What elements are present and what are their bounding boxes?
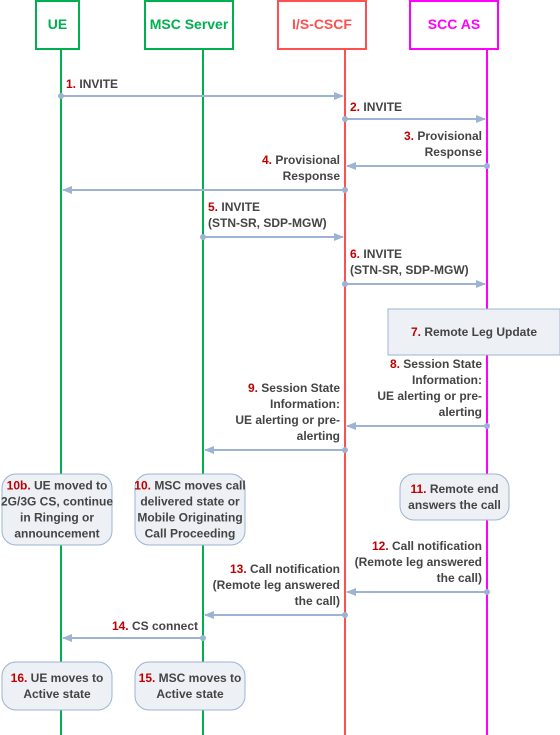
message-label: Information:: [270, 397, 340, 411]
state-box-label: 2G/3G CS, continue: [1, 495, 113, 509]
state-box-shape: [134, 661, 246, 711]
state-box-label: Mobile Originating: [137, 511, 242, 525]
state-box-label: 16. UE moves to: [11, 671, 104, 685]
state-box-7: 7. Remote Leg Update: [387, 308, 560, 356]
message-origin-dot: [484, 423, 490, 429]
message-origin-dot: [342, 612, 348, 618]
state-box-label: 10. MSC moves call: [134, 479, 245, 493]
ue-header: UE: [35, 0, 80, 50]
message-label: 8. Session State: [390, 357, 482, 371]
message-3: 3. Provisional Response: [346, 129, 490, 170]
message-label: 5. INVITE: [208, 200, 260, 214]
message-label: 3. Provisional: [404, 129, 482, 143]
message-origin-dot: [200, 635, 206, 641]
cscf-label: I/S-CSCF: [292, 16, 352, 32]
message-origin-dot: [342, 187, 348, 193]
state-box-label: answers the call: [408, 498, 501, 512]
message-label: 1. INVITE: [66, 77, 118, 91]
message-1: 1. INVITE: [58, 77, 344, 100]
message-label: the call): [295, 594, 340, 608]
message-label: (STN-SR, SDP-MGW): [350, 263, 469, 277]
message-label: 12. Call notification: [372, 539, 482, 553]
message-label: UE alerting or pre-: [235, 413, 340, 427]
state-box-11: 11. Remote end answers the call: [399, 473, 510, 521]
state-box-shape: [1, 661, 113, 711]
sequence-diagram: UE MSC Server I/S-CSCF SCC AS 1. INVITE 2. IN…: [1, 0, 560, 735]
state-box-shape: [399, 473, 510, 521]
message-14: 14. CS connect: [62, 619, 206, 642]
state-box-label: 10b. UE moved to: [7, 479, 108, 493]
message-label: 13. Call notification: [230, 562, 340, 576]
state-box-label: delivered state or: [140, 495, 240, 509]
message-origin-dot: [200, 234, 206, 240]
state-box-label: Active state: [156, 687, 224, 701]
message-label: 14. CS connect: [112, 619, 198, 633]
message-9: 9. Session State Information: UE alerting …: [204, 381, 348, 454]
message-label: 6. INVITE: [350, 247, 402, 261]
state-box-16: 16. UE moves to Active state: [1, 661, 113, 711]
state-box-label: Call Proceeding: [145, 527, 236, 541]
message-label: UE alerting or pre-: [377, 389, 482, 403]
cscf-header: I/S-CSCF: [277, 0, 367, 50]
state-box-label: 11. Remote end: [410, 482, 498, 496]
state-box-10b: 10b. UE moved to 2G/3G CS, continue in Rin…: [1, 473, 113, 546]
message-label: (STN-SR, SDP-MGW): [208, 216, 327, 230]
message-13: 13. Call notification (Remote leg answere…: [204, 562, 348, 619]
message-4: 4. Provisional Response: [62, 153, 348, 194]
state-box-label: Active state: [23, 687, 91, 701]
message-6: 6. INVITE (STN-SR, SDP-MGW): [342, 247, 486, 288]
message-label: (Remote leg answered: [355, 555, 482, 569]
message-label: the call): [437, 571, 482, 585]
message-origin-dot: [484, 163, 490, 169]
scc-label: SCC AS: [428, 16, 480, 32]
state-box-label: announcement: [14, 527, 99, 541]
message-8: 8. Session State Information: UE alerting …: [346, 357, 490, 430]
message-label: alerting: [439, 405, 482, 419]
message-label: 4. Provisional: [262, 153, 340, 167]
state-box-label: in Ringing or: [20, 511, 94, 525]
message-label: 2. INVITE: [350, 100, 402, 114]
ue-label: UE: [48, 16, 67, 32]
message-label: Response: [425, 145, 483, 159]
message-label: alerting: [297, 429, 340, 443]
message-origin-dot: [342, 281, 348, 287]
state-box-label: 7. Remote Leg Update: [411, 325, 537, 339]
scc-header: SCC AS: [409, 0, 499, 50]
msc-header: MSC Server: [144, 0, 234, 50]
state-box-10: 10. MSC moves call delivered state or Mobi…: [134, 473, 246, 546]
state-box-15: 15. MSC moves to Active state: [134, 661, 246, 711]
message-label: (Remote leg answered: [213, 578, 340, 592]
message-12: 12. Call notification (Remote leg answere…: [346, 539, 490, 596]
message-origin-dot: [342, 447, 348, 453]
message-origin-dot: [342, 116, 348, 122]
message-5: 5. INVITE (STN-SR, SDP-MGW): [200, 200, 344, 241]
state-box-label: 15. MSC moves to: [139, 671, 242, 685]
msc-label: MSC Server: [150, 16, 229, 32]
message-origin-dot: [484, 589, 490, 595]
message-label: Information:: [412, 373, 482, 387]
message-label: 9. Session State: [248, 381, 340, 395]
message-2: 2. INVITE: [342, 100, 486, 123]
message-label: Response: [283, 169, 341, 183]
message-origin-dot: [58, 93, 64, 99]
